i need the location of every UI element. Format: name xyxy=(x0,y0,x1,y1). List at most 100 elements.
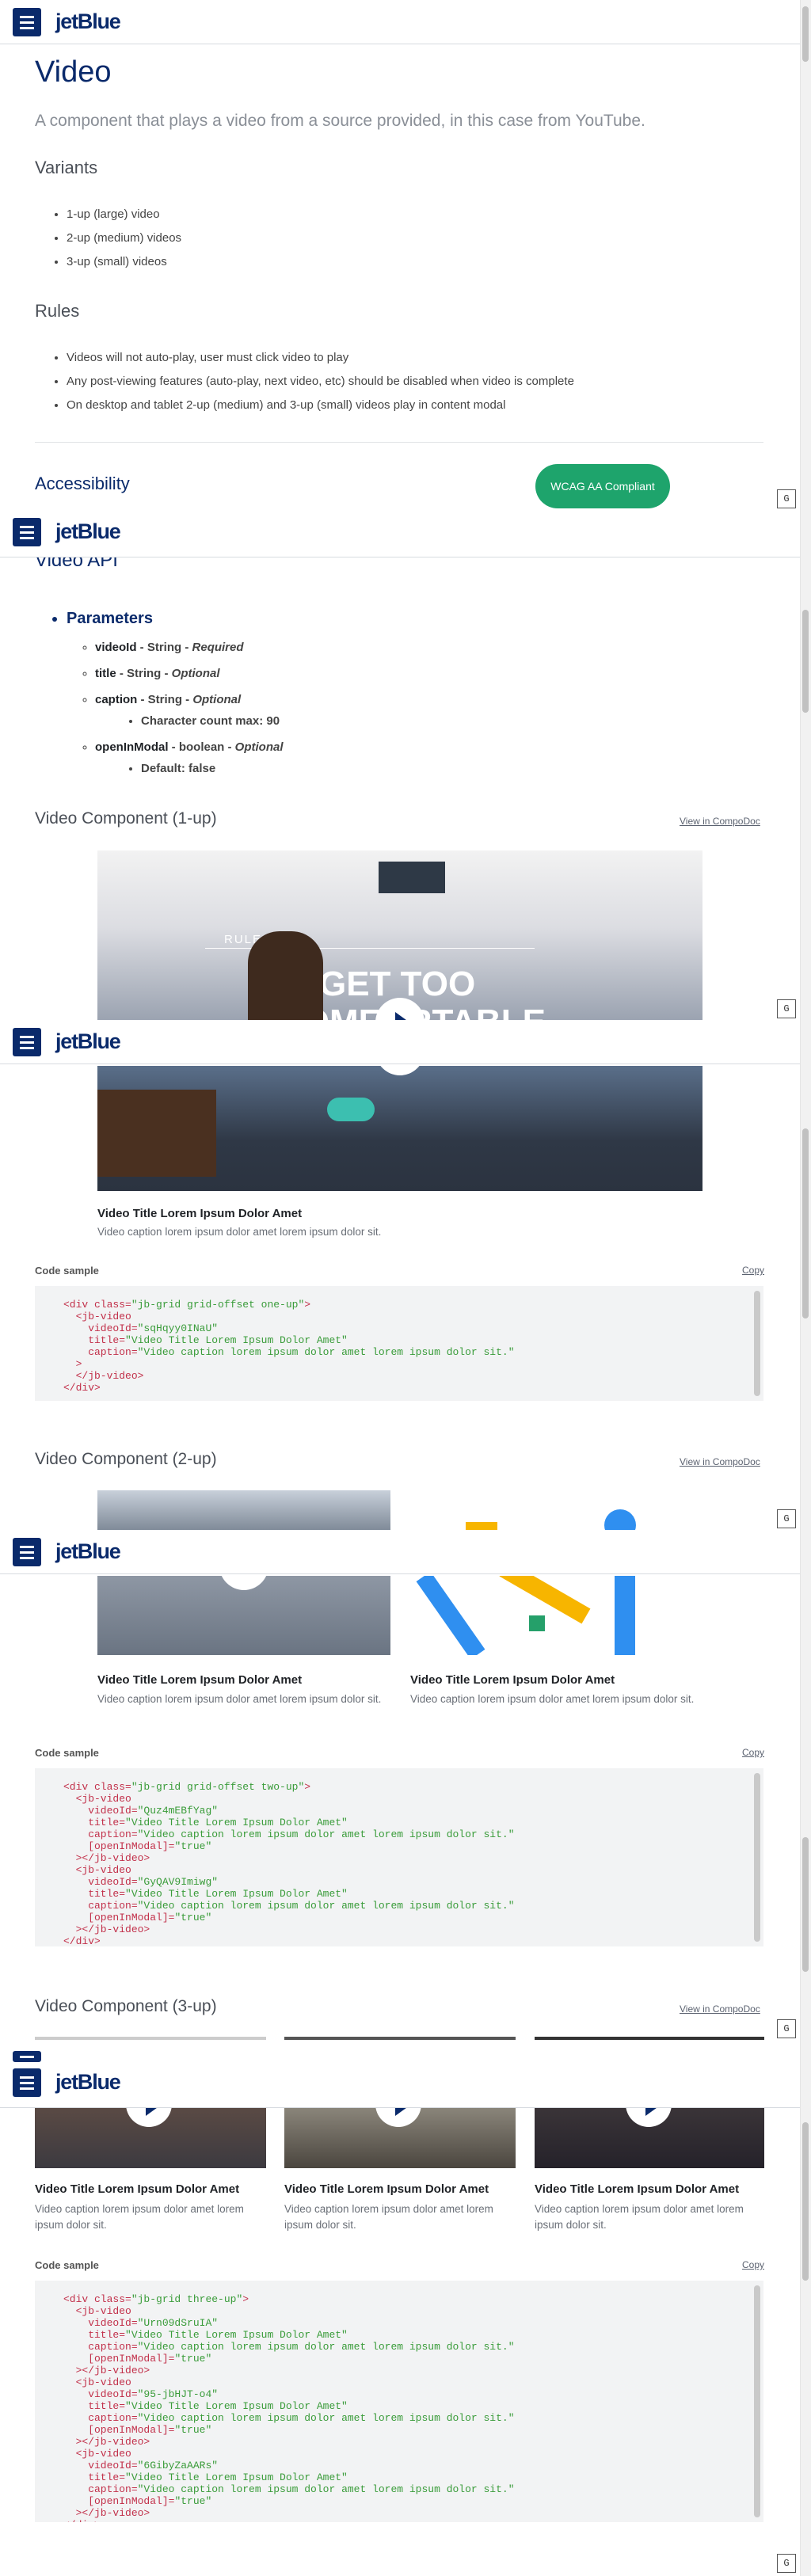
scrollbar-thumb[interactable] xyxy=(802,6,809,62)
g-button[interactable]: G xyxy=(777,1509,796,1528)
copy-link[interactable]: Copy xyxy=(742,1747,764,1758)
two-up-heading: Video Component (2-up) xyxy=(35,1450,217,1468)
code-text: caption= xyxy=(88,1346,138,1358)
video-player[interactable] xyxy=(535,2108,764,2168)
rules-list: Videos will not auto-play, user must cli… xyxy=(67,351,574,422)
g-button[interactable]: G xyxy=(777,2019,796,2038)
list-item: 3-up (small) videos xyxy=(67,255,181,268)
scrollbar-thumb[interactable] xyxy=(802,610,809,713)
jetblue-logo[interactable]: jetBlue xyxy=(55,1539,121,1564)
jetblue-logo[interactable]: jetBlue xyxy=(55,2070,121,2095)
code-string: "Video Title Lorem Ipsum Dolor Amet" xyxy=(125,2329,348,2341)
parameters-block: Parameters videoId - String - Required t… xyxy=(49,610,284,775)
top-nav-bar: jetBlue xyxy=(0,1530,800,1574)
code-string: "Video caption lorem ipsum dolor amet lo… xyxy=(137,2483,515,2495)
view-in-compodoc-link[interactable]: View in CompoDoc xyxy=(680,816,760,827)
play-icon[interactable] xyxy=(375,1066,425,1075)
video-title: Video Title Lorem Ipsum Dolor Amet xyxy=(284,2182,489,2196)
code-string: "true" xyxy=(174,2424,212,2436)
code-scrollbar[interactable] xyxy=(754,1291,760,1396)
code-string: "jb-grid grid-offset one-up" xyxy=(131,1299,305,1311)
code-block[interactable]: <div class="jb-grid three-up"> <jb-video… xyxy=(35,2281,763,2522)
video-player[interactable] xyxy=(284,2108,516,2168)
code-scrollbar[interactable] xyxy=(754,1773,760,1942)
scrollbar-thumb[interactable] xyxy=(802,1128,809,1318)
code-text: title= xyxy=(88,2400,126,2412)
video-title: Video Title Lorem Ipsum Dolor Amet xyxy=(97,1207,303,1220)
code-text: title= xyxy=(88,1817,126,1828)
code-block[interactable]: <div class="jb-grid grid-offset one-up" >… xyxy=(35,1286,763,1401)
copy-link[interactable]: Copy xyxy=(742,2259,764,2270)
code-text: <div class= xyxy=(63,2293,131,2305)
list-item: Any post-viewing features (auto-play, ne… xyxy=(67,375,574,388)
code-text: title= xyxy=(88,1334,126,1346)
param-item: videoId - String - Required xyxy=(95,641,284,654)
video-player[interactable] xyxy=(97,1576,390,1655)
play-icon[interactable] xyxy=(375,2108,421,2127)
list-item: On desktop and tablet 2-up (medium) and … xyxy=(67,398,574,412)
play-icon[interactable] xyxy=(126,2108,172,2127)
code-string: "Video Title Lorem Ipsum Dolor Amet" xyxy=(125,1888,348,1900)
code-text: caption= xyxy=(88,2412,138,2424)
jetblue-logo[interactable]: jetBlue xyxy=(55,10,121,34)
view-in-compodoc-link[interactable]: View in CompoDoc xyxy=(680,2003,760,2015)
code-text: [openInModal]= xyxy=(88,2353,175,2365)
code-string: "jb-grid grid-offset two-up" xyxy=(131,1781,305,1793)
menu-button[interactable] xyxy=(13,1538,41,1566)
g-button[interactable]: G xyxy=(777,999,796,1018)
code-text: ></jb-video> </div> xyxy=(63,1923,150,1946)
video-title: Video Title Lorem Ipsum Dolor Amet xyxy=(97,1673,303,1687)
code-string: "95-jbHJT-o4" xyxy=(137,2388,219,2400)
code-string: "Video Title Lorem Ipsum Dolor Amet" xyxy=(125,1817,348,1828)
g-button[interactable]: G xyxy=(777,489,796,508)
scrollbar-thumb[interactable] xyxy=(802,2122,809,2281)
menu-button[interactable] xyxy=(13,2068,41,2097)
code-block[interactable]: <div class="jb-grid grid-offset two-up" >… xyxy=(35,1768,763,1946)
code-string: "true" xyxy=(174,1912,212,1923)
code-string: "Video caption lorem ipsum dolor amet lo… xyxy=(137,2412,515,2424)
code-string: "Video caption lorem ipsum dolor amet lo… xyxy=(137,1900,515,1912)
vertical-scrollbar[interactable] xyxy=(800,0,811,2576)
video-caption: Video caption lorem ipsum dolor amet lor… xyxy=(535,2203,744,2231)
code-text: ></jb-video> </div> xyxy=(63,2507,150,2522)
accessibility-heading: Accessibility xyxy=(35,474,130,493)
scrollbar-thumb[interactable] xyxy=(802,1837,809,1972)
code-string: "jb-grid three-up" xyxy=(131,2293,243,2305)
top-nav-bar: jetBlue xyxy=(0,510,800,557)
play-icon[interactable] xyxy=(626,2108,672,2127)
code-string: "6GibyZaAARs" xyxy=(137,2460,219,2471)
code-string: "true" xyxy=(174,2495,212,2507)
video-player[interactable] xyxy=(97,1066,702,1191)
top-nav-bar: jetBlue xyxy=(0,2040,800,2108)
one-up-heading: Video Component (1-up) xyxy=(35,809,217,828)
code-string: "Video Title Lorem Ipsum Dolor Amet" xyxy=(125,1334,348,1346)
page-lead: A component that plays a video from a so… xyxy=(35,112,645,130)
code-text: [openInModal]= xyxy=(88,2495,175,2507)
code-string: "GyQAV9Imiwg" xyxy=(137,1876,219,1888)
variants-heading: Variants xyxy=(35,158,98,177)
view-in-compodoc-link[interactable]: View in CompoDoc xyxy=(680,1456,760,1467)
g-button[interactable]: G xyxy=(777,2554,796,2573)
menu-button[interactable] xyxy=(13,518,41,546)
jetblue-logo[interactable]: jetBlue xyxy=(55,519,121,544)
menu-button[interactable] xyxy=(13,1028,41,1056)
code-text: <div class= xyxy=(63,1781,131,1793)
menu-button[interactable] xyxy=(13,2051,41,2062)
video-player[interactable]: RULE 19 GET TOO COMFORTABLE xyxy=(97,850,702,1022)
video-title: Video Title Lorem Ipsum Dolor Amet xyxy=(410,1673,615,1687)
jetblue-logo[interactable]: jetBlue xyxy=(55,1029,121,1054)
copy-link[interactable]: Copy xyxy=(742,1265,764,1276)
video-player[interactable] xyxy=(35,2108,266,2168)
code-string: "Video Title Lorem Ipsum Dolor Amet" xyxy=(125,2400,348,2412)
code-text: caption= xyxy=(88,2341,138,2353)
video-player[interactable] xyxy=(410,1490,653,1532)
code-scrollbar[interactable] xyxy=(754,2285,760,2517)
play-icon[interactable] xyxy=(219,1576,268,1590)
video-player[interactable] xyxy=(410,1576,653,1655)
departure-board xyxy=(379,862,445,893)
divider xyxy=(35,442,763,443)
menu-button[interactable] xyxy=(13,8,41,36)
code-string: "Video caption lorem ipsum dolor amet lo… xyxy=(137,1346,515,1358)
code-text: caption= xyxy=(88,1828,138,1840)
video-player[interactable] xyxy=(97,1490,390,1532)
